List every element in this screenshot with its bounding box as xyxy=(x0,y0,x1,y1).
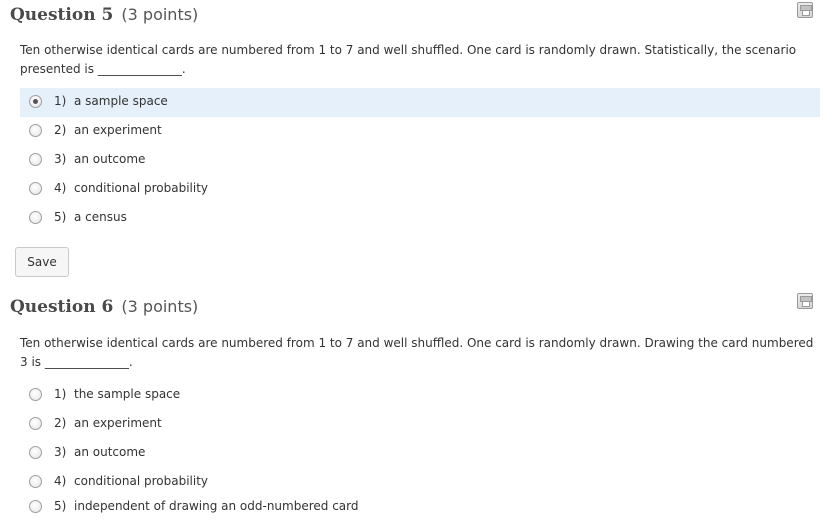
option-label: an outcome xyxy=(74,152,146,166)
radio-button[interactable] xyxy=(29,475,42,488)
radio-button[interactable] xyxy=(29,417,42,430)
answer-option[interactable]: 1) a sample space xyxy=(20,88,820,117)
option-label: an outcome xyxy=(74,445,146,459)
option-number: 5) xyxy=(54,210,67,224)
option-label: conditional probability xyxy=(74,474,209,488)
question-text: Ten otherwise identical cards are number… xyxy=(20,336,814,369)
option-number: 5) xyxy=(54,499,67,513)
option-label: an experiment xyxy=(74,416,162,430)
answer-option[interactable]: 3) an outcome xyxy=(20,146,820,175)
radio-button[interactable] xyxy=(29,182,42,195)
answer-option[interactable]: 5) a census xyxy=(20,204,820,233)
radio-button[interactable] xyxy=(29,446,42,459)
answer-option[interactable]: 4) conditional probability xyxy=(20,175,820,204)
question-text: Ten otherwise identical cards are number… xyxy=(20,43,797,76)
option-number: 2) xyxy=(54,416,67,430)
save-button[interactable]: Save xyxy=(15,247,69,277)
option-number: 1) xyxy=(54,94,67,108)
floppy-disk-icon[interactable] xyxy=(797,2,813,18)
radio-button[interactable] xyxy=(29,388,42,401)
question-title: Question 5 (3 points) xyxy=(10,5,198,31)
radio-button[interactable] xyxy=(29,500,42,513)
radio-button[interactable] xyxy=(29,211,42,224)
radio-button[interactable] xyxy=(29,95,42,108)
answer-option[interactable]: 2) an experiment xyxy=(20,410,820,439)
question-points: (3 points) xyxy=(121,5,199,24)
option-label: independent of drawing an odd-numbered c… xyxy=(74,499,359,513)
option-number: 1) xyxy=(54,387,67,401)
option-number: 4) xyxy=(54,181,67,195)
question-title: Question 6 (3 points) xyxy=(10,297,198,323)
answer-option[interactable]: 3) an outcome xyxy=(20,439,820,468)
option-label: an experiment xyxy=(74,123,162,137)
floppy-disk-icon[interactable] xyxy=(797,293,813,309)
option-label: a sample space xyxy=(74,94,168,108)
option-number: 4) xyxy=(54,474,67,488)
answer-option[interactable]: 5) independent of drawing an odd-numbere… xyxy=(20,493,820,522)
question-points: (3 points) xyxy=(121,297,199,316)
radio-button[interactable] xyxy=(29,124,42,137)
option-number: 2) xyxy=(54,123,67,137)
option-number: 3) xyxy=(54,445,67,459)
answer-option[interactable]: 1) the sample space xyxy=(20,381,820,410)
question-number: Question 5 xyxy=(10,5,114,25)
question-number: Question 6 xyxy=(10,297,114,317)
radio-button[interactable] xyxy=(29,153,42,166)
option-label: the sample space xyxy=(74,387,181,401)
option-label: conditional probability xyxy=(74,181,209,195)
option-label: a census xyxy=(74,210,127,224)
option-number: 3) xyxy=(54,152,67,166)
answer-option[interactable]: 2) an experiment xyxy=(20,117,820,146)
